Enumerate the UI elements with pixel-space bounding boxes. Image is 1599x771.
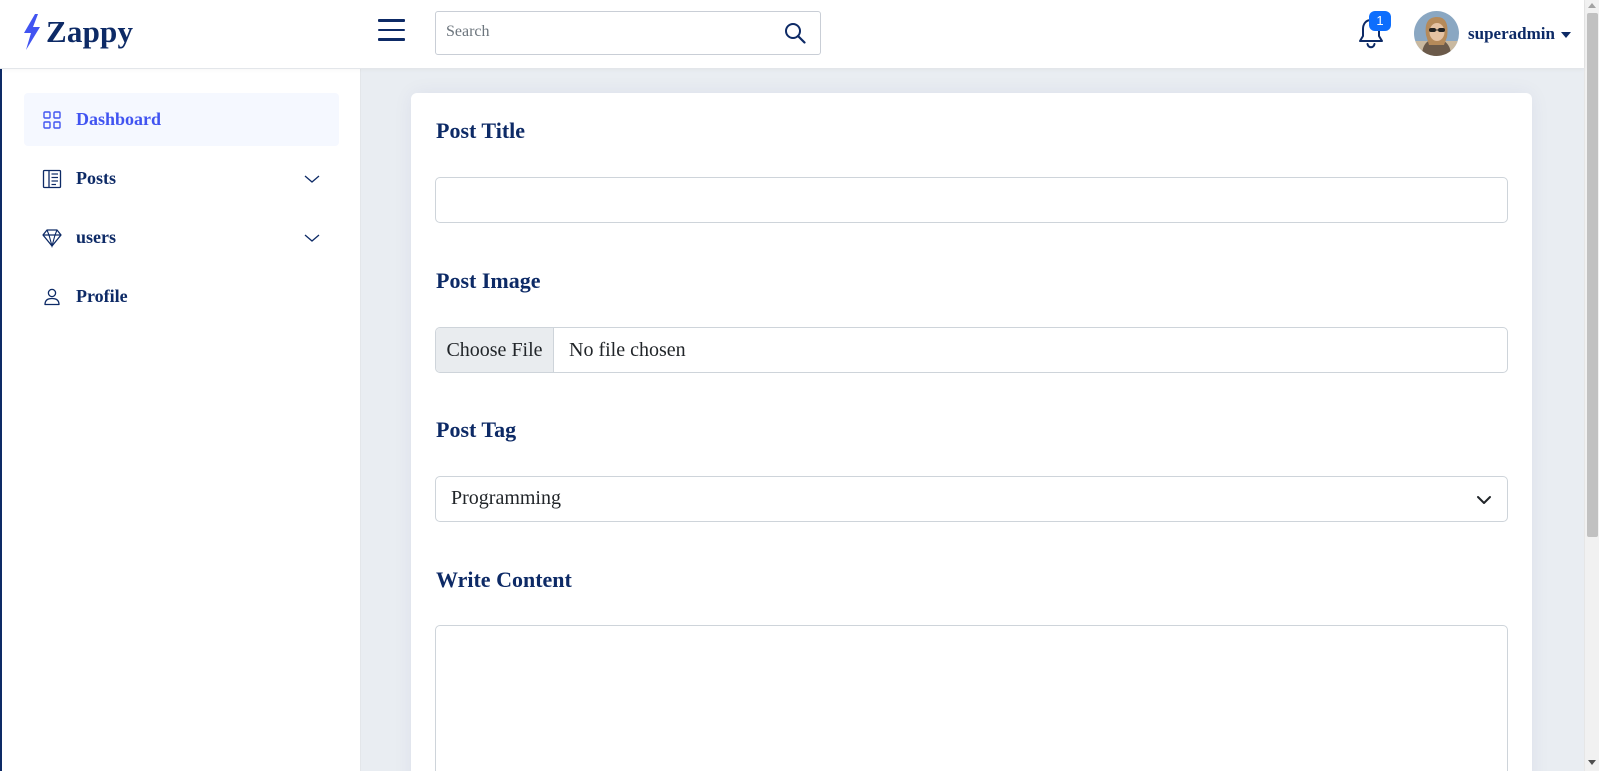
content-textarea[interactable]: [435, 625, 1508, 771]
post-tag-selected-value: Programming: [451, 487, 561, 509]
post-tag-select[interactable]: Programming: [435, 476, 1508, 522]
chevron-down-icon: [304, 234, 320, 242]
sidebar-item-label: Posts: [76, 168, 116, 188]
post-tag-label: Post Tag: [436, 417, 517, 442]
post-image-file-input[interactable]: Choose File No file chosen: [435, 327, 1508, 373]
username: superadmin: [1468, 23, 1555, 43]
menu-line: [378, 19, 405, 22]
user-menu[interactable]: superadmin: [1414, 11, 1571, 56]
search-icon[interactable]: [784, 22, 806, 44]
scroll-down-arrow-icon[interactable]: [1588, 760, 1596, 765]
sidebar-item-users[interactable]: users: [24, 211, 339, 264]
sidebar-item-posts[interactable]: Posts: [24, 152, 339, 205]
avatar: [1414, 11, 1459, 56]
page-scrollbar[interactable]: [1584, 0, 1599, 771]
sidebar: Dashboard Posts users Profile: [0, 69, 361, 771]
file-status-text: No file chosen: [569, 338, 686, 361]
search-bar: [435, 11, 821, 55]
search-input[interactable]: [446, 12, 766, 52]
app-logo[interactable]: Zappy: [22, 14, 133, 50]
person-icon: [44, 288, 60, 305]
sidebar-item-dashboard[interactable]: Dashboard: [24, 93, 339, 146]
caret-down-icon: [1560, 31, 1571, 38]
scrollbar-thumb[interactable]: [1587, 13, 1598, 537]
post-title-label: Post Title: [436, 118, 526, 143]
post-title-input[interactable]: [435, 177, 1508, 223]
gem-icon: [42, 228, 62, 248]
top-header: Zappy 1 superadm: [0, 0, 1584, 69]
sidebar-item-label: Profile: [76, 286, 128, 306]
post-form-card: Post Title Post Image Choose File No fil…: [411, 93, 1532, 771]
menu-line: [378, 28, 405, 31]
layout-text-sidebar-icon: [42, 169, 62, 188]
menu-toggle-button[interactable]: [378, 19, 406, 43]
write-content-label: Write Content: [436, 567, 572, 592]
choose-file-button[interactable]: Choose File: [436, 328, 554, 372]
chevron-down-icon: [304, 175, 320, 183]
scroll-up-arrow-icon[interactable]: [1588, 3, 1596, 8]
lightning-icon: [24, 14, 40, 50]
sidebar-item-label: Dashboard: [76, 109, 162, 129]
menu-line: [378, 38, 405, 41]
notification-badge: 1: [1369, 11, 1391, 31]
app-name: Zappy: [46, 14, 134, 49]
post-image-label: Post Image: [436, 268, 541, 293]
chevron-down-icon: [1477, 496, 1491, 504]
grid-icon: [43, 110, 61, 129]
sidebar-item-label: users: [76, 227, 116, 247]
sidebar-item-profile[interactable]: Profile: [24, 270, 339, 323]
